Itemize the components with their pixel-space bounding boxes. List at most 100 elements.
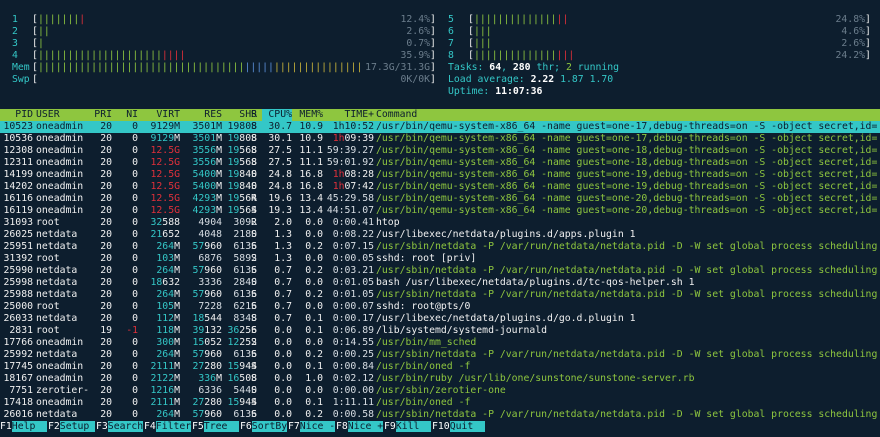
cell-virt: 264M	[140, 349, 180, 361]
cell-cpu: 1.3	[274, 241, 292, 252]
function-key-sortby[interactable]: F6SortBy	[240, 420, 288, 433]
cell-virt: 9129M	[150, 121, 181, 132]
cell-mem: 16.8	[299, 169, 323, 180]
process-row[interactable]: 25951 netdata 20 0 264M 57960 6136 S 1.3 0.2 0:07.…	[0, 241, 880, 253]
cell-pid: 26025	[3, 229, 34, 240]
function-key-kill[interactable]: F9Kill	[384, 420, 432, 433]
process-row[interactable]: 12308 oneadmin 20 0 12.5G 3556M 19568 S 27.5 11.1…	[0, 145, 880, 157]
cell-cpu: 0.7	[274, 313, 292, 324]
cpu-meter-bar: |||	[474, 26, 492, 38]
cell-value-thousands: 36	[227, 325, 240, 336]
process-row[interactable]: 10523 oneadmin 20 0 9129M 3501M 19808 S 30.7 10.9…	[0, 121, 880, 133]
column-header-virt[interactable]: VIRT	[140, 109, 180, 121]
cell-value-unit: M	[216, 169, 222, 180]
column-header-ni[interactable]: NI	[116, 109, 138, 121]
column-header-s[interactable]: S	[251, 109, 261, 121]
process-row[interactable]: 25998 netdata 20 0 18632 3336 2840 S 0.7 0.0 0:01.…	[0, 277, 880, 289]
process-row[interactable]: 7751 zerotier- 20 0 1216M 6336 5440 S 0.0 0.0 0:00…	[0, 385, 880, 397]
cell-s: R	[251, 193, 257, 204]
cell-s: S	[251, 337, 257, 348]
column-header-res[interactable]: RES	[182, 109, 222, 121]
process-row[interactable]: 25990 netdata 20 0 264M 57960 6136 S 0.7 0.2 0:03.…	[0, 265, 880, 277]
cell-pid: 14199	[3, 169, 34, 180]
swap-meter-bracket-close: ]	[430, 74, 436, 85]
cell-pid: 31093	[3, 217, 34, 228]
cpu-meter-percent: 24.2%	[835, 50, 866, 61]
cell-s: S	[251, 181, 257, 192]
function-key-nice[interactable]: F7Nice -	[288, 420, 336, 433]
process-table-header[interactable]: PID USER PRI NI VIRT RES SHR S CPU% MEM% TIME+ Comm…	[0, 109, 880, 121]
process-row[interactable]: 31392 root 20 0 103M 6876 5892 S 1.3 0.0 0:00.05 ss…	[0, 253, 880, 265]
cell-value-unit: M	[216, 373, 222, 384]
process-row[interactable]: 12311 oneadmin 20 0 12.5G 3556M 19568 S 27.5 11.1…	[0, 157, 880, 169]
cell-pri: 20	[100, 277, 112, 288]
cell-res: 4904	[198, 217, 222, 228]
cell-value-unit: M	[216, 145, 222, 156]
process-row[interactable]: 26033 netdata 20 0 112M 18544 8348 S 0.7 0.1 0:00.…	[0, 313, 880, 325]
cell-value-units: 588	[162, 217, 180, 228]
cell-value-number: 105	[156, 301, 175, 312]
cell-value-unit: M	[174, 241, 180, 252]
function-key-search[interactable]: F3Search	[96, 420, 144, 433]
column-header-pid[interactable]: PID	[0, 109, 33, 121]
cell-value-thousands: 15	[227, 397, 240, 408]
cell-cpu: 27.5	[268, 157, 292, 168]
process-row[interactable]: 25992 netdata 20 0 264M 57960 6136 S 0.0 0.2 0:00.…	[0, 349, 880, 361]
function-key-number: F7	[288, 421, 300, 432]
cpu-meter-label: 7	[448, 38, 454, 49]
cell-mem: 1.0	[305, 373, 323, 384]
process-row[interactable]: 17745 oneadmin 20 0 2111M 27280 15944 S 0.0 0.1 0:…	[0, 361, 880, 373]
function-key-tree[interactable]: F5Tree	[192, 420, 240, 433]
cell-pid: 17418	[3, 397, 34, 408]
process-row[interactable]: 25000 root 20 0 105M 7228 6216 S 0.7 0.0 0:00.07 ss…	[0, 301, 880, 313]
process-row[interactable]: 16116 oneadmin 20 0 12.5G 4293M 19564 R 19.6 13.4…	[0, 193, 880, 205]
uptime: Uptime: 11:07:36	[448, 86, 542, 98]
cell-pri: 20	[100, 241, 112, 252]
function-key-filter[interactable]: F4Filter	[144, 420, 192, 433]
process-row[interactable]: 2831 root 19 -1 118M 39132 36256 S 0.0 0.1 0:06.89…	[0, 325, 880, 337]
function-key-quit[interactable]: F10Quit	[432, 420, 486, 433]
cpu-meter-percent: 35.9%	[400, 50, 431, 61]
column-header-cmd[interactable]: Command	[376, 109, 880, 121]
column-header-user[interactable]: USER	[36, 109, 91, 121]
cell-virt: 264M	[140, 265, 180, 277]
column-header-cpu[interactable]: CPU%	[262, 109, 292, 121]
cell-res: 4293M	[182, 205, 223, 217]
cell-value-number: 264	[156, 289, 175, 300]
cell-time: 0:00.07	[332, 301, 374, 312]
cell-ni: 0	[132, 385, 138, 396]
column-header-pri[interactable]: PRI	[94, 109, 112, 121]
process-row[interactable]: 17766 oneadmin 20 0 300M 15052 12252 S 0.0 0.0 0:1…	[0, 337, 880, 349]
function-key-nice[interactable]: F8Nice +	[336, 420, 384, 433]
cell-ni: 0	[132, 217, 138, 228]
cell-s: S	[251, 397, 257, 408]
process-row[interactable]: 25988 netdata 20 0 264M 57960 6136 S 0.7 0.2 0:01.…	[0, 289, 880, 301]
cell-s: S	[251, 301, 257, 312]
cell-value-number: 9129	[150, 133, 175, 144]
cell-cmd: sshd: root@pts/0	[376, 301, 471, 312]
process-row[interactable]: 18167 oneadmin 20 0 2122M 336M 16508 S 0.0 1.0 0:0…	[0, 373, 880, 385]
cell-user: netdata	[36, 265, 78, 276]
cpu-meter-label: 4	[12, 50, 18, 61]
column-header-mem[interactable]: MEM%	[293, 109, 323, 121]
process-row[interactable]: 14199 oneadmin 20 0 12.5G 5400M 19840 S 24.8 16.8…	[0, 169, 880, 181]
cell-value-unit: M	[174, 337, 180, 348]
process-row[interactable]: 14202 oneadmin 20 0 12.5G 5400M 19840 S 24.8 16.8…	[0, 181, 880, 193]
column-header-time[interactable]: TIME+	[324, 109, 375, 121]
process-row[interactable]: 26025 netdata 20 0 21652 4048 2180 S 1.3 0.0 0:08.…	[0, 229, 880, 241]
function-key-setup[interactable]: F2Setup	[48, 420, 96, 433]
function-key-label: Search	[107, 421, 144, 432]
cell-value-thousands: 18	[150, 277, 163, 288]
cell-value-thousands: 27	[192, 361, 205, 372]
process-row[interactable]: 17418 oneadmin 20 0 2111M 27280 15944 S 0.0 0.1 1:…	[0, 397, 880, 409]
process-row[interactable]: 16119 oneadmin 20 0 12.5G 4293M 19564 S 19.3 13.4…	[0, 205, 880, 217]
cell-value-thousands: 15	[192, 337, 205, 348]
process-row[interactable]: 31093 root 20 0 32588 4904 3092 R 2.0 0.0 0:00.41 h…	[0, 217, 880, 229]
tasks-count: 64	[489, 62, 502, 73]
cell-s: S	[251, 361, 257, 372]
cell-time: 0:00.17	[332, 313, 374, 324]
function-key-help[interactable]: F1Help	[0, 420, 48, 433]
cell-cpu: 2.0	[274, 217, 292, 228]
process-row[interactable]: 10536 oneadmin 20 0 9129M 3501M 19808 S 30.1 10.9…	[0, 133, 880, 145]
cell-ni: 0	[132, 157, 138, 168]
